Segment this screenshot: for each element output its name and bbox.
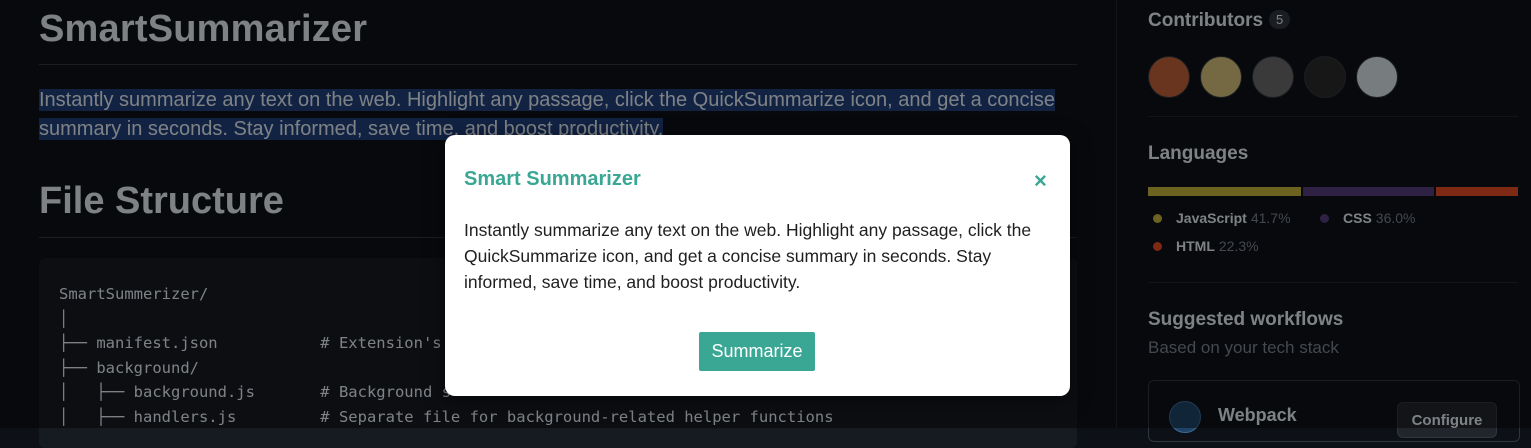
summarizer-modal: Smart Summarizer × Instantly summarize a…: [445, 135, 1070, 396]
modal-body-text: Instantly summarize any text on the web.…: [464, 220, 1032, 292]
close-icon[interactable]: ×: [1034, 168, 1047, 194]
summarize-button[interactable]: Summarize: [699, 332, 815, 371]
modal-title: Smart Summarizer: [464, 168, 641, 190]
